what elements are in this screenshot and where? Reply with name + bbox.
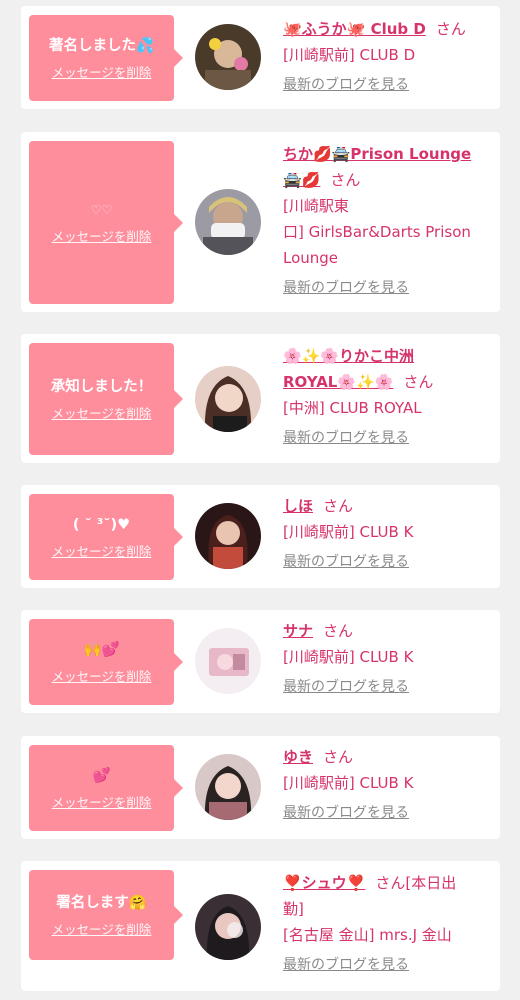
message-bubble: 著名しました💦 メッセージを削除 [29,15,183,101]
message-text: ♡♡ [90,203,113,217]
message-bubble: ( ˘ ³˘)♥ メッセージを削除 [29,494,183,580]
shop-label-cont: 口] GirlsBar&Darts Prison [283,223,471,241]
message-bubble: 🙌💕 メッセージを削除 [29,619,183,705]
honorific: さん [323,622,354,640]
message-bubble: 署名します🤗 メッセージを削除 [29,870,183,960]
profile-name-link-cont[interactable]: 🚔💋 [283,171,320,189]
message-text: 署名します🤗 [56,894,147,911]
message-bubble: 💕 メッセージを削除 [29,745,183,831]
latest-blog-link[interactable]: 最新のブログを見る [283,676,409,696]
profile-info: 🐙ふうか🐙 Club D さん [川崎駅前] CLUB D 最新のブログを見る [283,16,493,94]
profile-info: 🌸✨🌸りかこ中洲 ROYAL🌸✨🌸 さん [中洲] CLUB ROYAL 最新のブ… [283,343,493,447]
shop-label-cont: Lounge [283,249,339,267]
profile-name-link[interactable]: 🐙ふうか🐙 Club D [283,20,426,38]
message-text: 承知しました！ [50,378,153,395]
message-card: 著名しました💦 メッセージを削除 🐙ふうか🐙 Club D さん [川崎駅前] C… [21,6,500,109]
profile-name-link[interactable]: 🌸✨🌸りかこ中洲 [283,347,414,365]
message-bubble: 承知しました！ メッセージを削除 [29,343,183,455]
delete-message-link[interactable]: メッセージを削除 [52,403,152,422]
delete-message-link[interactable]: メッセージを削除 [52,541,152,560]
profile-name-link[interactable]: ❣️シュウ❣️ [283,874,365,892]
avatar[interactable] [195,628,261,694]
avatar[interactable] [195,366,261,432]
message-text: 🙌💕 [83,641,120,658]
latest-blog-link[interactable]: 最新のブログを見る [283,954,409,974]
latest-blog-link[interactable]: 最新のブログを見る [283,427,409,447]
profile-info: ちか💋🚔Prison Lounge 🚔💋 さん [川崎駅東 口] GirlsBar… [283,141,493,297]
delete-message-link[interactable]: メッセージを削除 [52,226,152,245]
message-card: 🙌💕 メッセージを削除 サナ さん [川崎駅前] CLUB K 最新のブログを見る [21,610,500,713]
latest-blog-link[interactable]: 最新のブログを見る [283,802,409,822]
shop-label: [川崎駅前] CLUB K [283,648,414,666]
honorific: さん [323,748,354,766]
message-card: ( ˘ ³˘)♥ メッセージを削除 しほ さん [川崎駅前] CLUB K 最新の… [21,485,500,588]
latest-blog-link[interactable]: 最新のブログを見る [283,551,409,571]
honorific: さん [323,497,354,515]
message-card: 💕 メッセージを削除 ゆき さん [川崎駅前] CLUB K 最新のブログを見る [21,736,500,839]
message-text: 著名しました💦 [48,37,155,54]
message-bubble: ♡♡ メッセージを削除 [29,141,183,304]
profile-info: しほ さん [川崎駅前] CLUB K 最新のブログを見る [283,493,493,571]
profile-name-link[interactable]: ちか💋🚔Prison Lounge [283,145,471,163]
avatar[interactable] [195,754,261,820]
latest-blog-link[interactable]: 最新のブログを見る [283,74,409,94]
profile-info: サナ さん [川崎駅前] CLUB K 最新のブログを見る [283,618,493,696]
profile-name-link[interactable]: サナ [283,622,313,640]
avatar[interactable] [195,189,261,255]
delete-message-link[interactable]: メッセージを削除 [52,666,152,685]
delete-message-link[interactable]: メッセージを削除 [52,792,152,811]
shop-label: [川崎駅前] CLUB D [283,46,416,64]
shop-label: [川崎駅前] CLUB K [283,523,414,541]
delete-message-link[interactable]: メッセージを削除 [52,62,152,81]
honorific: さん[本日出 [375,874,457,892]
message-text: ( ˘ ³˘)♥ [72,516,131,533]
avatar[interactable] [195,503,261,569]
message-card: 署名します🤗 メッセージを削除 ❣️シュウ❣️ さん[本日出 勤] [名古屋 金山… [21,861,500,991]
shop-label: [川崎駅東 [283,197,349,215]
profile-name-link-cont[interactable]: ROYAL🌸✨🌸 [283,373,393,391]
shop-label: [川崎駅前] CLUB K [283,774,414,792]
delete-message-link[interactable]: メッセージを削除 [52,919,152,938]
shop-label: [中洲] CLUB ROYAL [283,399,422,417]
message-text: 💕 [92,767,111,784]
honorific: さん [403,373,434,391]
message-list: 著名しました💦 メッセージを削除 🐙ふうか🐙 Club D さん [川崎駅前] C… [0,0,520,1000]
honorific: さん [330,171,361,189]
honorific-cont: 勤] [283,900,304,918]
shop-label: [名古屋 金山] mrs.J 金山 [283,926,452,944]
profile-info: ゆき さん [川崎駅前] CLUB K 最新のブログを見る [283,744,493,822]
message-card: 承知しました！ メッセージを削除 🌸✨🌸りかこ中洲 ROYAL🌸✨🌸 さん [中洲… [21,334,500,463]
profile-name-link[interactable]: しほ [283,497,313,515]
avatar[interactable] [195,894,261,960]
latest-blog-link[interactable]: 最新のブログを見る [283,277,409,297]
profile-name-link[interactable]: ゆき [283,748,313,766]
honorific: さん [435,20,466,38]
avatar[interactable] [195,24,261,90]
profile-info: ❣️シュウ❣️ さん[本日出 勤] [名古屋 金山] mrs.J 金山 最新のブロ… [283,870,493,974]
message-card: ♡♡ メッセージを削除 ちか💋🚔Prison Lounge 🚔💋 さん [川崎駅東… [21,132,500,312]
